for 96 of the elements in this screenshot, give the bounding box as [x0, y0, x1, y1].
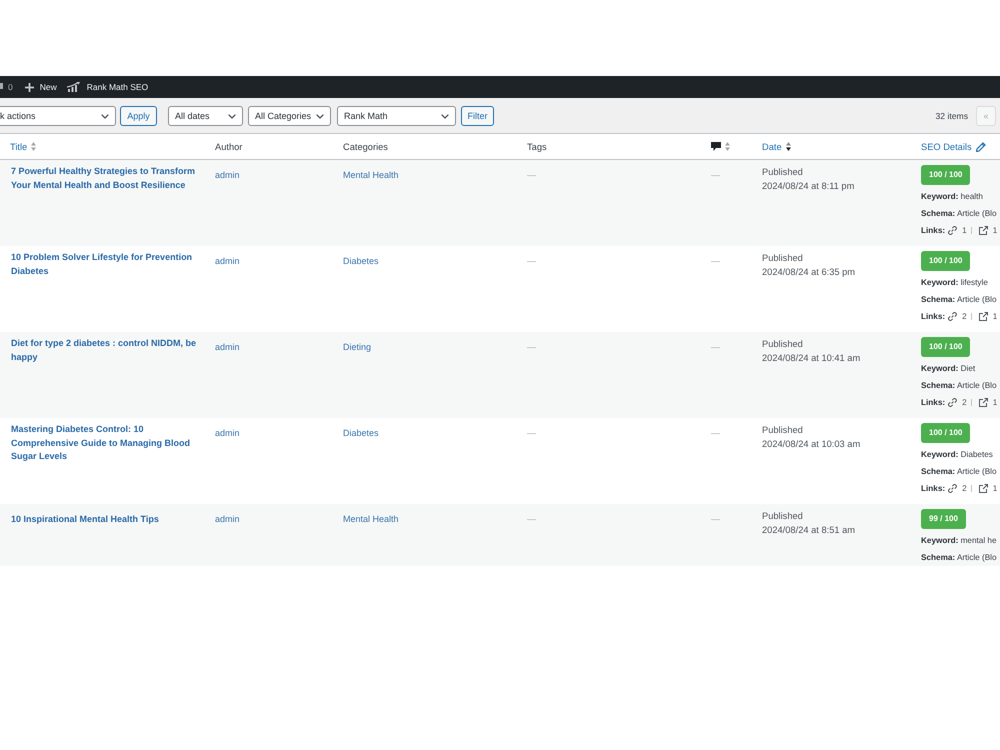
tags-empty-dash: —	[527, 169, 536, 182]
chevron-down-icon	[101, 114, 109, 118]
column-header: Tags	[527, 142, 547, 152]
focus-keyword: Keyword: Diet	[921, 363, 976, 375]
link-icon	[948, 484, 958, 493]
schema-type: Schema: Article (Blo	[921, 552, 997, 564]
filter-dropdown[interactable]: All dates	[168, 106, 243, 126]
comment-icon[interactable]	[0, 82, 3, 92]
internal-link-count: 2	[962, 312, 967, 321]
internal-link-count: 1	[962, 226, 967, 235]
links-label: Links:	[921, 398, 946, 407]
tags-empty-dash: —	[527, 341, 536, 354]
external-link-icon	[978, 484, 988, 493]
bulk-actions-dropdown[interactable]: k actions	[0, 106, 116, 126]
schema-type: Schema: Article (Blo	[921, 466, 997, 478]
category-link[interactable]: Diabetes	[343, 255, 379, 268]
seo-score-badge: 100 / 100	[921, 423, 970, 443]
sort-icon[interactable]	[786, 142, 791, 151]
column-header[interactable]: SEO Details	[921, 142, 972, 152]
focus-keyword: Keyword: lifestyle	[921, 277, 988, 289]
focus-keyword: Keyword: health	[921, 191, 983, 203]
filter-button[interactable]: Filter	[461, 106, 494, 126]
bar-chart-icon[interactable]	[66, 82, 81, 92]
post-title-link[interactable]: 10 Inspirational Mental Health Tips	[11, 513, 159, 526]
post-status: Published	[762, 338, 803, 351]
links-label: Links:	[921, 312, 946, 321]
comments-empty-dash: —	[711, 341, 720, 354]
post-status: Published	[762, 510, 803, 523]
comments-empty-dash: —	[711, 513, 720, 526]
comments-empty-dash: —	[711, 169, 720, 182]
external-link-count: 1	[992, 312, 998, 321]
external-link-icon	[978, 312, 988, 321]
new-menu-link[interactable]: New	[40, 82, 57, 92]
column-header[interactable]: Title	[10, 142, 28, 152]
pencil-icon[interactable]	[976, 142, 986, 152]
category-link[interactable]: Mental Health	[343, 169, 399, 182]
post-date: 2024/08/24 at 8:11 pm	[762, 180, 854, 193]
post-title-link[interactable]: Diet for type 2 diabetes : control NIDDM, be happy	[11, 337, 207, 364]
post-title-link[interactable]: 10 Problem Solver Lifestyle for Prevention Diabetes	[11, 251, 207, 278]
focus-keyword: Keyword: Diabetes	[921, 449, 993, 461]
seo-score-badge: 100 / 100	[921, 165, 970, 185]
seo-score-badge: 100 / 100	[921, 251, 970, 271]
link-icon	[948, 398, 958, 407]
external-link-count: 1	[992, 398, 998, 407]
chevron-down-icon	[228, 114, 236, 118]
column-header[interactable]: Date	[762, 142, 782, 152]
plugin-menu-link[interactable]: Rank Math SEO	[86, 82, 148, 92]
chevron-down-icon	[441, 114, 449, 118]
comment-count[interactable]: 0	[8, 82, 13, 92]
post-date: 2024/08/24 at 8:51 am	[762, 524, 856, 537]
author-link[interactable]: admin	[215, 427, 240, 440]
link-icon	[948, 226, 958, 235]
plus-icon[interactable]	[24, 82, 34, 92]
post-date: 2024/08/24 at 6:35 pm	[762, 266, 856, 279]
comment-icon	[711, 142, 721, 151]
seo-score-badge: 99 / 100	[921, 509, 966, 529]
category-link[interactable]: Mental Health	[343, 513, 399, 526]
column-header: Author	[215, 142, 242, 152]
schema-type: Schema: Article (Blo	[921, 380, 997, 392]
post-date: 2024/08/24 at 10:41 am	[762, 352, 860, 365]
post-title-link[interactable]: 7 Powerful Healthy Strategies to Transform Your Mental Health and Boost Resilience	[11, 165, 207, 192]
post-status: Published	[762, 252, 803, 265]
schema-type: Schema: Article (Blo	[921, 294, 997, 306]
links-label: Links:	[921, 226, 946, 235]
category-link[interactable]: Diabetes	[343, 427, 379, 440]
filter-dropdown[interactable]: Rank Math	[337, 106, 456, 126]
author-link[interactable]: admin	[215, 513, 240, 526]
post-date: 2024/08/24 at 10:03 am	[762, 438, 860, 451]
tags-empty-dash: —	[527, 513, 536, 526]
tags-empty-dash: —	[527, 255, 536, 268]
post-status: Published	[762, 424, 803, 437]
comments-empty-dash: —	[711, 427, 720, 440]
schema-type: Schema: Article (Blo	[921, 208, 997, 220]
filter-dropdown[interactable]: All Categories	[248, 106, 331, 126]
apply-button[interactable]: Apply	[120, 106, 157, 126]
comments-empty-dash: —	[711, 255, 720, 268]
author-link[interactable]: admin	[215, 255, 240, 268]
author-link[interactable]: admin	[215, 169, 240, 182]
internal-link-count: 2	[962, 484, 967, 493]
seo-score-badge: 100 / 100	[921, 337, 970, 357]
external-link-count: 1	[992, 484, 998, 493]
internal-link-count: 2	[962, 398, 967, 407]
post-title-link[interactable]: Mastering Diabetes Control: 10 Comprehensive Guide to Managing Blood Sugar Levels	[11, 423, 207, 464]
external-link-count: 1	[992, 226, 998, 235]
focus-keyword: Keyword: mental he	[921, 535, 997, 547]
tags-empty-dash: —	[527, 427, 536, 440]
post-status: Published	[762, 166, 803, 179]
item-count: 32 items	[936, 110, 968, 123]
category-link[interactable]: Dieting	[343, 341, 372, 354]
chevron-down-icon	[316, 114, 324, 118]
links-label: Links:	[921, 484, 946, 493]
link-icon	[948, 312, 958, 321]
column-header: Categories	[343, 142, 388, 152]
external-link-icon	[978, 226, 988, 235]
external-link-icon	[978, 398, 988, 407]
author-link[interactable]: admin	[215, 341, 240, 354]
